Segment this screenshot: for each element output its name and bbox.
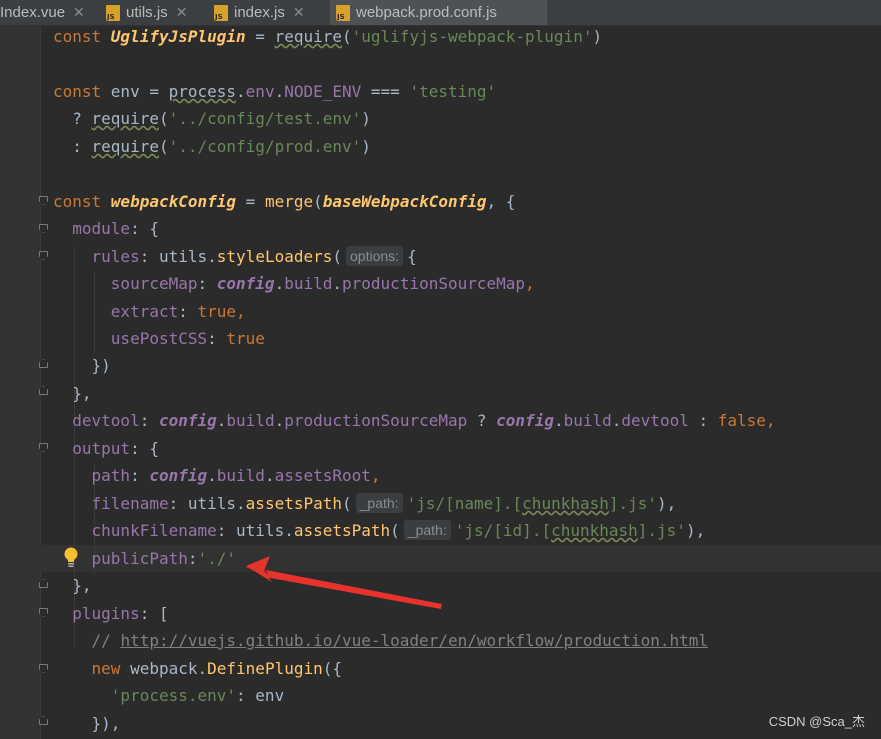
- code-line[interactable]: output: {: [53, 435, 159, 462]
- code-line[interactable]: }): [53, 352, 111, 379]
- code-line[interactable]: chunkFilename: utils.assetsPath(_path:'j…: [53, 517, 705, 544]
- tab-index-vue[interactable]: Index.vue ✕: [0, 0, 96, 25]
- code-line[interactable]: path: config.build.assetsRoot,: [53, 462, 381, 489]
- code-line[interactable]: filename: utils.assetsPath(_path:'js/[na…: [53, 490, 676, 517]
- code-line[interactable]: devtool: config.build.productionSourceMa…: [53, 407, 775, 434]
- lightbulb-icon[interactable]: [63, 547, 79, 569]
- comment-link[interactable]: http://vuejs.github.io/vue-loader/en/wor…: [120, 631, 708, 650]
- code-line[interactable]: const env = process.env.NODE_ENV === 'te…: [53, 78, 496, 105]
- js-file-icon: JS: [106, 4, 120, 21]
- js-file-icon: JS: [214, 4, 228, 21]
- tab-index-js[interactable]: JS index.js ✕: [214, 0, 322, 25]
- code-line[interactable]: sourceMap: config.build.productionSource…: [53, 270, 535, 297]
- code-line[interactable]: },: [53, 572, 91, 599]
- editor-gutter[interactable]: [0, 26, 40, 739]
- code-line[interactable]: rules: utils.styleLoaders(options:{: [53, 243, 417, 270]
- code-line[interactable]: plugins: [: [53, 600, 168, 627]
- tab-label: index.js: [234, 4, 285, 21]
- code-line-public-path[interactable]: publicPath:'./': [53, 545, 237, 572]
- code-line[interactable]: new webpack.DefinePlugin({: [53, 655, 342, 682]
- code-line[interactable]: : require('../config/prod.env'): [53, 133, 371, 160]
- watermark: CSDN @Sca_杰: [768, 714, 865, 729]
- parameter-hint: _path:: [355, 493, 403, 513]
- code-line[interactable]: 'process.env': env: [53, 682, 284, 709]
- parameter-hint: options:: [346, 246, 404, 266]
- close-icon[interactable]: ✕: [293, 5, 305, 21]
- code-line[interactable]: usePostCSS: true: [53, 325, 265, 352]
- code-line[interactable]: ? require('../config/test.env'): [53, 105, 371, 132]
- code-line[interactable]: const webpackConfig = merge(baseWebpackC…: [53, 188, 515, 215]
- code-line[interactable]: // http://vuejs.github.io/vue-loader/en/…: [53, 627, 709, 654]
- code-line[interactable]: const UglifyJsPlugin = require('uglifyjs…: [53, 23, 602, 50]
- tab-label: Index.vue: [0, 4, 66, 21]
- parameter-hint: _path:: [403, 520, 451, 540]
- code-line[interactable]: }),: [53, 710, 121, 737]
- tab-webpack-prod-conf-js[interactable]: JS webpack.prod.conf.js: [330, 0, 547, 25]
- gutter-separator: [40, 26, 41, 739]
- code-line[interactable]: extract: true,: [53, 298, 246, 325]
- close-icon[interactable]: ✕: [73, 5, 85, 21]
- code-line[interactable]: },: [53, 380, 91, 407]
- js-file-icon: JS: [336, 4, 350, 21]
- code-line[interactable]: module: {: [53, 215, 159, 242]
- tab-utils-js[interactable]: JS utils.js ✕: [106, 0, 198, 25]
- uglify-ident: UglifyJsPlugin: [110, 27, 246, 46]
- tab-label: webpack.prod.conf.js: [356, 4, 497, 21]
- tab-label: utils.js: [126, 4, 168, 21]
- close-icon[interactable]: ✕: [176, 5, 188, 21]
